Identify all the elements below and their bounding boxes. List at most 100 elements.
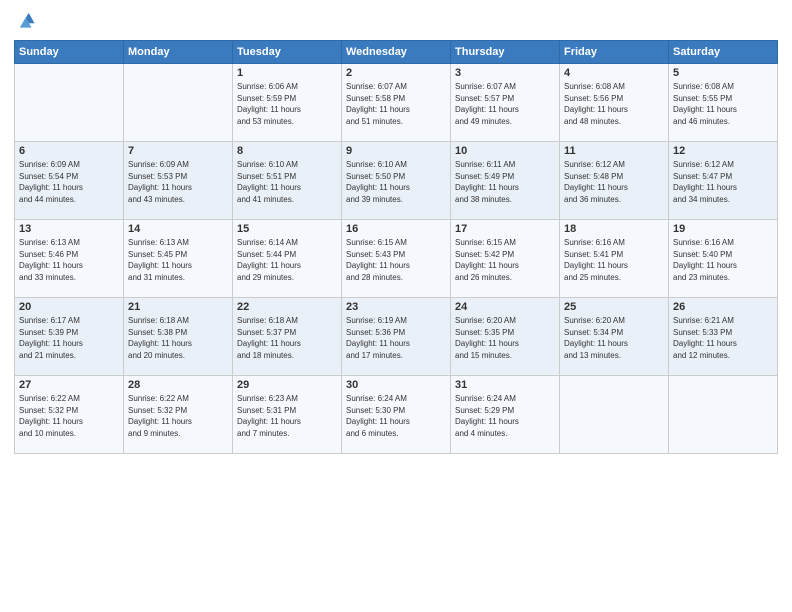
day-number: 14 [128, 223, 228, 235]
day-info: Sunrise: 6:24 AM Sunset: 5:29 PM Dayligh… [455, 393, 555, 439]
day-cell: 5Sunrise: 6:08 AM Sunset: 5:55 PM Daylig… [669, 64, 778, 142]
day-cell: 10 Sunrise: 6:11 AM Sunset: 5:49 PM Dayli… [451, 142, 560, 220]
day-cell: 2Sunrise: 6:07 AM Sunset: 5:58 PM Daylig… [342, 64, 451, 142]
day-cell: 17Sunrise: 6:15 AM Sunset: 5:42 PM Dayli… [451, 220, 560, 298]
day-cell: 16 Sunrise: 6:15 AM Sunset: 5:43 PM Dayli… [342, 220, 451, 298]
day-cell: 14 Sunrise: 6:13 AM Sunset: 5:45 PM Dayli… [124, 220, 233, 298]
day-info: Sunrise: 6:22 AM Sunset: 5:32 PM Dayligh… [19, 393, 119, 439]
day-cell [124, 64, 233, 142]
day-info: Sunrise: 6:11 AM Sunset: 5:49 PM Dayligh… [455, 159, 555, 205]
day-cell: 15 Sunrise: 6:14 AM Sunset: 5:44 PM Dayli… [233, 220, 342, 298]
header [14, 10, 778, 32]
day-number: 29 [237, 379, 337, 391]
day-cell: 22Sunrise: 6:18 AM Sunset: 5:37 PM Dayli… [233, 298, 342, 376]
day-cell: 19 Sunrise: 6:16 AM Sunset: 5:40 PM Dayli… [669, 220, 778, 298]
day-info: Sunrise: 6:09 AM Sunset: 5:53 PM Dayligh… [128, 159, 228, 205]
week-row-2: 6 Sunrise: 6:09 AM Sunset: 5:54 PM Daylig… [15, 142, 778, 220]
day-number: 26 [673, 301, 773, 313]
day-number: 8 [237, 145, 337, 157]
day-number: 7 [128, 145, 228, 157]
day-number: 27 [19, 379, 119, 391]
day-info: Sunrise: 6:16 AM Sunset: 5:40 PM Dayligh… [673, 237, 773, 283]
day-info: Sunrise: 6:22 AM Sunset: 5:32 PM Dayligh… [128, 393, 228, 439]
calendar-table: SundayMondayTuesdayWednesdayThursdayFrid… [14, 40, 778, 454]
day-info: Sunrise: 6:17 AM Sunset: 5:39 PM Dayligh… [19, 315, 119, 361]
day-info: Sunrise: 6:16 AM Sunset: 5:41 PM Dayligh… [564, 237, 664, 283]
day-info: Sunrise: 6:20 AM Sunset: 5:34 PM Dayligh… [564, 315, 664, 361]
day-cell: 21 Sunrise: 6:18 AM Sunset: 5:38 PM Dayli… [124, 298, 233, 376]
day-info: Sunrise: 6:10 AM Sunset: 5:50 PM Dayligh… [346, 159, 446, 205]
day-number: 6 [19, 145, 119, 157]
day-info: Sunrise: 6:15 AM Sunset: 5:42 PM Dayligh… [455, 237, 555, 283]
day-cell: 8 Sunrise: 6:10 AM Sunset: 5:51 PM Daylig… [233, 142, 342, 220]
day-info: Sunrise: 6:08 AM Sunset: 5:56 PM Dayligh… [564, 81, 664, 127]
day-number: 11 [564, 145, 664, 157]
week-row-1: 1 Sunrise: 6:06 AM Sunset: 5:59 PM Daylig… [15, 64, 778, 142]
day-info: Sunrise: 6:24 AM Sunset: 5:30 PM Dayligh… [346, 393, 446, 439]
day-cell [15, 64, 124, 142]
day-cell: 28 Sunrise: 6:22 AM Sunset: 5:32 PM Dayli… [124, 376, 233, 454]
day-info: Sunrise: 6:10 AM Sunset: 5:51 PM Dayligh… [237, 159, 337, 205]
day-info: Sunrise: 6:18 AM Sunset: 5:38 PM Dayligh… [128, 315, 228, 361]
day-info: Sunrise: 6:12 AM Sunset: 5:48 PM Dayligh… [564, 159, 664, 205]
day-number: 31 [455, 379, 555, 391]
day-number: 9 [346, 145, 446, 157]
day-cell: 18 Sunrise: 6:16 AM Sunset: 5:41 PM Dayli… [560, 220, 669, 298]
day-info: Sunrise: 6:13 AM Sunset: 5:45 PM Dayligh… [128, 237, 228, 283]
day-number: 16 [346, 223, 446, 235]
day-number: 10 [455, 145, 555, 157]
day-number: 28 [128, 379, 228, 391]
logo-icon [14, 10, 36, 32]
day-number: 12 [673, 145, 773, 157]
day-number: 4 [564, 67, 664, 79]
day-info: Sunrise: 6:14 AM Sunset: 5:44 PM Dayligh… [237, 237, 337, 283]
header-friday: Friday [560, 41, 669, 64]
day-number: 13 [19, 223, 119, 235]
day-info: Sunrise: 6:06 AM Sunset: 5:59 PM Dayligh… [237, 81, 337, 127]
day-cell: 23 Sunrise: 6:19 AM Sunset: 5:36 PM Dayli… [342, 298, 451, 376]
day-number: 30 [346, 379, 446, 391]
day-cell: 31 Sunrise: 6:24 AM Sunset: 5:29 PM Dayli… [451, 376, 560, 454]
day-info: Sunrise: 6:19 AM Sunset: 5:36 PM Dayligh… [346, 315, 446, 361]
day-number: 1 [237, 67, 337, 79]
day-number: 3 [455, 67, 555, 79]
day-number: 25 [564, 301, 664, 313]
day-cell: 4 Sunrise: 6:08 AM Sunset: 5:56 PM Daylig… [560, 64, 669, 142]
day-number: 20 [19, 301, 119, 313]
day-info: Sunrise: 6:09 AM Sunset: 5:54 PM Dayligh… [19, 159, 119, 205]
day-cell: 24 Sunrise: 6:20 AM Sunset: 5:35 PM Dayli… [451, 298, 560, 376]
header-saturday: Saturday [669, 41, 778, 64]
header-sunday: Sunday [15, 41, 124, 64]
day-info: Sunrise: 6:07 AM Sunset: 5:57 PM Dayligh… [455, 81, 555, 127]
day-number: 19 [673, 223, 773, 235]
day-number: 21 [128, 301, 228, 313]
day-cell: 29 Sunrise: 6:23 AM Sunset: 5:31 PM Dayli… [233, 376, 342, 454]
day-cell [560, 376, 669, 454]
header-monday: Monday [124, 41, 233, 64]
header-tuesday: Tuesday [233, 41, 342, 64]
header-thursday: Thursday [451, 41, 560, 64]
day-cell: 11 Sunrise: 6:12 AM Sunset: 5:48 PM Dayli… [560, 142, 669, 220]
day-number: 18 [564, 223, 664, 235]
day-info: Sunrise: 6:08 AM Sunset: 5:55 PM Dayligh… [673, 81, 773, 127]
week-row-3: 13 Sunrise: 6:13 AM Sunset: 5:46 PM Dayli… [15, 220, 778, 298]
day-cell: 25 Sunrise: 6:20 AM Sunset: 5:34 PM Dayli… [560, 298, 669, 376]
day-info: Sunrise: 6:20 AM Sunset: 5:35 PM Dayligh… [455, 315, 555, 361]
day-info: Sunrise: 6:21 AM Sunset: 5:33 PM Dayligh… [673, 315, 773, 361]
header-wednesday: Wednesday [342, 41, 451, 64]
week-row-5: 27 Sunrise: 6:22 AM Sunset: 5:32 PM Dayli… [15, 376, 778, 454]
week-row-4: 20 Sunrise: 6:17 AM Sunset: 5:39 PM Dayli… [15, 298, 778, 376]
calendar-header-row: SundayMondayTuesdayWednesdayThursdayFrid… [15, 41, 778, 64]
day-number: 15 [237, 223, 337, 235]
day-cell: 30 Sunrise: 6:24 AM Sunset: 5:30 PM Dayli… [342, 376, 451, 454]
day-number: 23 [346, 301, 446, 313]
day-info: Sunrise: 6:23 AM Sunset: 5:31 PM Dayligh… [237, 393, 337, 439]
day-cell: 13 Sunrise: 6:13 AM Sunset: 5:46 PM Dayli… [15, 220, 124, 298]
day-info: Sunrise: 6:13 AM Sunset: 5:46 PM Dayligh… [19, 237, 119, 283]
day-number: 2 [346, 67, 446, 79]
day-number: 24 [455, 301, 555, 313]
day-info: Sunrise: 6:15 AM Sunset: 5:43 PM Dayligh… [346, 237, 446, 283]
day-number: 22 [237, 301, 337, 313]
day-cell: 26 Sunrise: 6:21 AM Sunset: 5:33 PM Dayli… [669, 298, 778, 376]
day-cell [669, 376, 778, 454]
